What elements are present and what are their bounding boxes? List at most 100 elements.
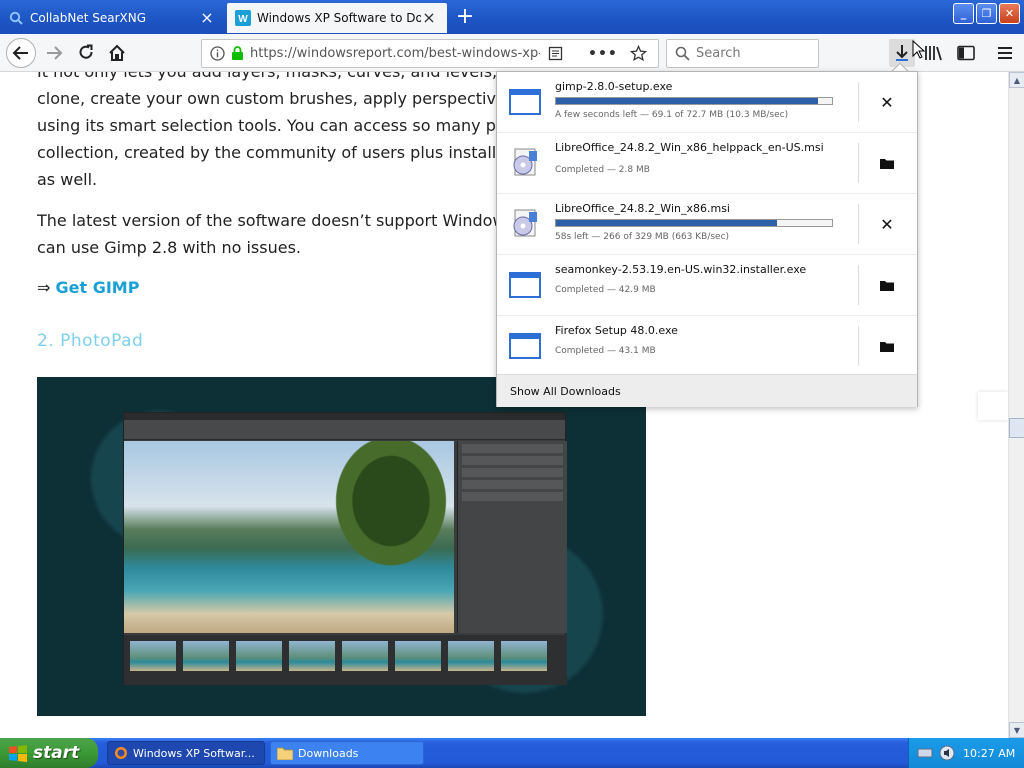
download-item[interactable]: LibreOffice_24.8.2_Win_x86.msi 58s left … [497,194,917,255]
thumbnail-strip [124,635,567,685]
download-arrow-icon [896,45,908,61]
search-favicon-icon [8,10,24,26]
scroll-down-icon[interactable]: ▼ [1009,722,1024,738]
svg-text:W: W [238,14,248,25]
network-icon[interactable] [917,747,933,759]
clock: 10:27 AM [963,746,1016,760]
scroll-up-icon[interactable]: ▲ [1009,72,1024,88]
download-item[interactable]: seamonkey-2.53.19.en-US.win32.installer.… [497,255,917,316]
download-status: A few seconds left — 69.1 of 72.7 MB (10… [555,110,789,120]
taskbar-item-downloads[interactable]: Downloads [270,741,424,765]
folder-icon [277,747,293,760]
mouse-cursor-icon [912,40,926,59]
open-folder-icon[interactable] [872,332,902,360]
scroll-thumb[interactable] [1009,418,1024,438]
floating-widget[interactable] [978,392,1008,420]
minimize-icon[interactable]: _ [953,3,974,24]
navigation-toolbar: https://windowsreport.com/best-windows-x… [0,34,1024,72]
download-filename: LibreOffice_24.8.2_Win_x86_helppack_en-U… [555,141,824,154]
exe-window-icon [509,330,541,362]
url-bar[interactable]: https://windowsreport.com/best-windows-x… [201,39,659,68]
get-gimp-link[interactable]: Get GIMP [56,278,140,297]
firefox-icon [115,747,127,759]
article-para2-line-1: The latest version of the software doesn… [37,211,506,230]
back-arrow-icon [12,46,28,60]
home-button[interactable] [103,39,131,67]
search-icon [675,46,690,61]
exe-window-icon [509,269,541,301]
downloads-panel: gimp-2.8.0-setup.exe A few seconds left … [496,71,918,407]
download-status: Completed — 2.8 MB [555,165,650,175]
bookmark-star-icon[interactable] [629,45,647,62]
article-line-3: using its smart selection tools. You can… [37,116,507,135]
maximize-icon[interactable]: ❐ [976,3,997,24]
new-tab-button[interactable]: + [452,5,478,29]
open-folder-icon[interactable] [872,149,902,177]
show-all-downloads-button[interactable]: Show All Downloads [497,374,917,407]
close-window-icon[interactable]: ✕ [999,3,1020,24]
photopad-app-window [123,412,567,685]
reload-button[interactable] [72,39,100,67]
taskbar-item-browser[interactable]: Windows XP Softwar... [107,741,265,765]
tab-close-icon[interactable]: × [199,10,215,26]
photopad-link[interactable]: PhotoPad [60,331,143,351]
arrow-glyph: ⇒ [37,278,51,297]
tab-collabnet-searxng[interactable]: CollabNet SearXNG × [0,3,225,33]
download-item[interactable]: Firefox Setup 48.0.exe Completed — 43.1 … [497,316,917,377]
taskbar-item-label: Windows XP Softwar... [133,746,255,760]
download-item[interactable]: gimp-2.8.0-setup.exe A few seconds left … [497,72,917,133]
search-placeholder: Search [696,46,741,61]
download-filename: LibreOffice_24.8.2_Win_x86.msi [555,202,730,215]
download-status: Completed — 43.1 MB [555,346,656,356]
lock-icon[interactable] [231,46,244,61]
effects-panel [457,441,567,633]
url-text[interactable]: https://windowsreport.com/best-windows-x… [250,46,540,61]
download-status: Completed — 42.9 MB [555,285,656,295]
open-folder-icon[interactable] [872,271,902,299]
download-item[interactable]: LibreOffice_24.8.2_Win_x86_helppack_en-U… [497,133,917,194]
download-filename: gimp-2.8.0-setup.exe [555,80,673,93]
download-progress-bar [555,97,833,105]
reload-icon [79,44,93,59]
tab-title: CollabNet SearXNG [30,11,147,25]
sidebar-icon [957,45,975,61]
section-heading-photopad: 2. PhotoPad [37,331,143,351]
browser-tab-bar: CollabNet SearXNG × W Windows XP Softwar… [0,0,1024,34]
article-line-2: clone, create your own custom brushes, a… [37,89,506,108]
back-button[interactable] [6,38,36,68]
photopad-screenshot-image [37,377,646,716]
forward-arrow-icon [47,46,63,60]
reader-view-icon[interactable] [548,46,563,61]
get-gimp-link-row: ⇒ Get GIMP [37,278,139,297]
tab-windows-xp-software[interactable]: W Windows XP Software to Downloa × [227,3,447,33]
search-input[interactable]: Search [666,39,819,68]
download-filename: Firefox Setup 48.0.exe [555,324,678,337]
cancel-download-icon[interactable]: ✕ [872,210,902,238]
download-progress-bar [555,219,833,227]
taskbar-item-label: Downloads [298,746,359,760]
tab-title: Windows XP Software to Downloa [257,11,421,25]
window-controls: _ ❐ ✕ [953,3,1020,24]
info-icon[interactable] [210,46,225,61]
sidebar-button[interactable] [952,39,980,67]
article-line-5: as well. [37,170,98,189]
tab-close-icon[interactable]: × [421,10,437,26]
download-filename: seamonkey-2.53.19.en-US.win32.installer.… [555,263,807,276]
article-line-1: It not only lets you add layers, masks, … [37,72,507,85]
menu-button[interactable] [991,39,1019,67]
forward-button[interactable] [40,39,68,67]
page-actions-icon[interactable]: ••• [588,46,618,62]
palm-tree-shape [314,441,454,591]
home-icon [109,44,125,61]
start-button[interactable]: start [0,738,98,768]
volume-icon[interactable] [939,745,955,761]
start-label: start [33,743,80,763]
download-status: 58s left — 266 of 329 MB (663 KB/sec) [555,232,730,242]
system-tray: 10:27 AM [908,738,1024,768]
page-scrollbar[interactable]: ▲ ▼ [1008,72,1024,738]
exe-window-icon [509,86,541,118]
hamburger-menu-icon [998,47,1012,59]
cancel-download-icon[interactable]: ✕ [872,88,902,116]
windowsreport-favicon-icon: W [235,10,251,26]
section-number: 2. [37,331,55,351]
